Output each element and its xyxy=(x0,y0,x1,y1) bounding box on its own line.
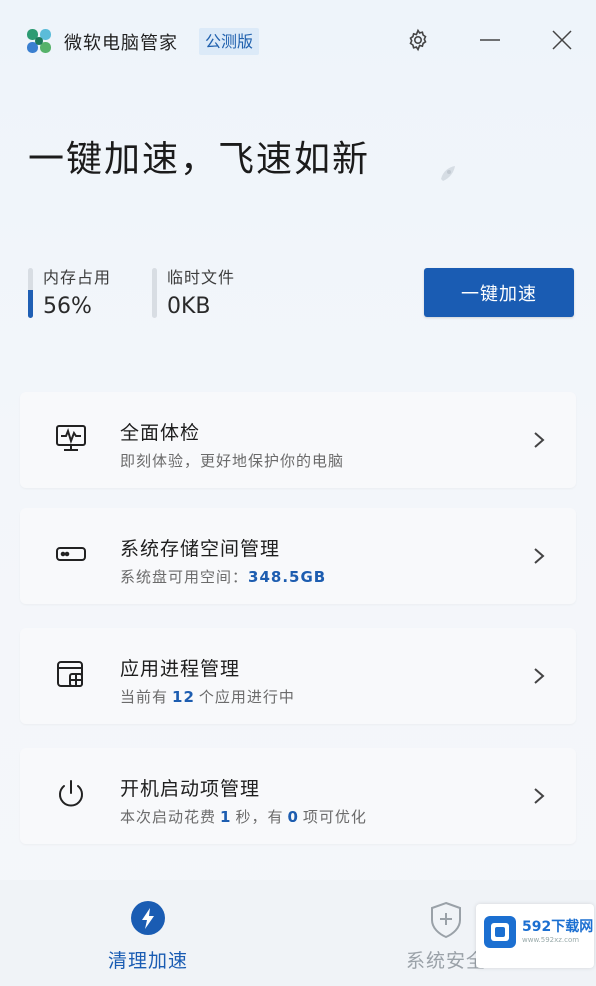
minimize-button[interactable] xyxy=(470,22,510,58)
drive-icon xyxy=(54,536,88,572)
one-click-boost-button[interactable]: 一键加速 xyxy=(424,268,574,317)
app-title: 微软电脑管家 xyxy=(64,33,178,54)
card-title: 应用进程管理 xyxy=(120,658,241,680)
memory-usage-bar xyxy=(28,268,33,318)
temp-files-value: 0KB xyxy=(167,294,211,319)
card-subtitle-text: 本次启动花费 xyxy=(120,808,217,826)
page-headline: 一键加速，飞速如新 xyxy=(28,139,371,180)
optimizable-count: 0 xyxy=(287,808,299,826)
memory-usage-fill xyxy=(28,290,33,318)
storage-management-card[interactable]: 系统存储空间管理 系统盘可用空间：348.5GB xyxy=(20,508,576,604)
card-subtitle: 系统盘可用空间：348.5GB xyxy=(120,566,330,587)
card-title: 开机启动项管理 xyxy=(120,778,261,800)
minimize-icon xyxy=(480,39,500,41)
card-subtitle-text: 系统盘可用空间： xyxy=(120,568,249,586)
watermark-logo-icon xyxy=(484,916,516,948)
lightning-icon xyxy=(131,901,165,935)
card-title: 全面体检 xyxy=(120,422,201,444)
free-space-value: 348.5GB xyxy=(248,568,327,586)
monitor-pulse-icon xyxy=(54,420,88,456)
chevron-right-icon xyxy=(534,432,545,448)
temp-files-label: 临时文件 xyxy=(167,268,236,287)
temp-files-bar xyxy=(152,268,157,318)
process-management-card[interactable]: 应用进程管理 当前有 12 个应用进行中 xyxy=(20,628,576,724)
settings-button[interactable] xyxy=(398,22,438,58)
power-icon xyxy=(54,776,88,812)
gear-icon xyxy=(409,28,427,52)
edition-badge: 公测版 xyxy=(199,28,260,55)
card-subtitle: 本次启动花费 1 秒，有 0 项可优化 xyxy=(120,806,367,827)
chevron-right-icon xyxy=(534,788,545,804)
close-icon xyxy=(552,30,572,50)
temp-files-stat: 临时文件 0KB xyxy=(152,264,235,320)
chevron-right-icon xyxy=(534,668,545,684)
card-subtitle-text: 个应用进行中 xyxy=(198,688,295,706)
nav-tab-label: 清理加速 xyxy=(107,950,188,972)
card-subtitle: 即刻体验，更好地保护你的电脑 xyxy=(120,452,345,470)
watermark-text: 592下载网 xyxy=(522,919,594,935)
chevron-right-icon xyxy=(534,548,545,564)
card-title: 系统存储空间管理 xyxy=(120,538,281,560)
full-checkup-card[interactable]: 全面体检 即刻体验，更好地保护你的电脑 xyxy=(20,392,576,488)
site-watermark: 592下载网 www.592xz.com xyxy=(476,904,594,968)
shield-plus-icon xyxy=(431,901,461,939)
close-button[interactable] xyxy=(542,22,582,58)
boot-time-value: 1 xyxy=(220,808,232,826)
card-subtitle-text: 当前有 xyxy=(120,688,169,706)
rocket-decoration-icon xyxy=(441,166,455,181)
app-logo-icon xyxy=(27,29,51,53)
running-apps-count: 12 xyxy=(172,688,195,706)
title-bar: 微软电脑管家 公测版 xyxy=(0,0,596,80)
watermark-subtext: www.592xz.com xyxy=(522,936,580,944)
card-subtitle-text: 秒，有 xyxy=(235,808,284,826)
window-app-icon xyxy=(54,656,88,692)
memory-usage-value: 56% xyxy=(43,294,92,319)
nav-tab-clean-speedup[interactable]: 清理加速 xyxy=(90,880,210,986)
card-subtitle-text: 项可优化 xyxy=(302,808,367,826)
card-subtitle: 当前有 12 个应用进行中 xyxy=(120,686,295,707)
memory-usage-label: 内存占用 xyxy=(43,268,112,287)
memory-usage-stat: 内存占用 56% xyxy=(28,264,111,320)
startup-management-card[interactable]: 开机启动项管理 本次启动花费 1 秒，有 0 项可优化 xyxy=(20,748,576,844)
